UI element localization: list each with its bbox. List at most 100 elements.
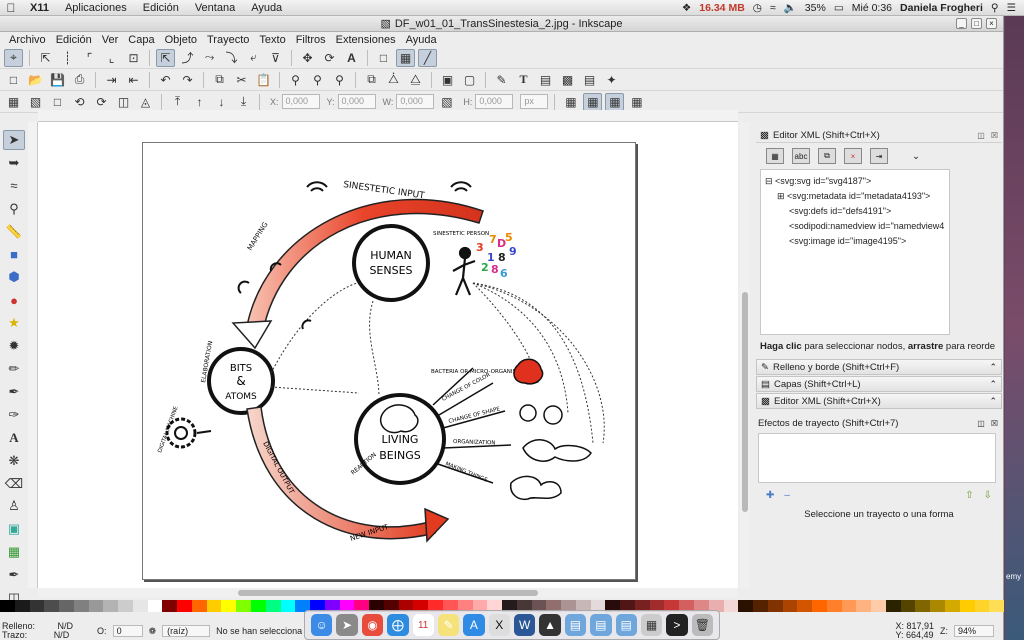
- canvas[interactable]: SINESTETIC INPUT MAPPING HUMAN SENSES SI…: [38, 122, 738, 588]
- snap-enable-icon[interactable]: ⌖: [4, 48, 23, 67]
- inkscape-icon[interactable]: ▲: [539, 614, 561, 636]
- notes-icon[interactable]: ✎: [437, 614, 460, 636]
- xml-node-defs[interactable]: <svg:defs id="defs4191">: [765, 204, 945, 219]
- menu-aplicaciones[interactable]: Aplicaciones: [57, 2, 135, 14]
- duplicate-node-icon[interactable]: ⧉: [818, 148, 836, 164]
- user-name[interactable]: Daniela Frogheri: [900, 2, 983, 14]
- ellipse-tool-icon[interactable]: ●: [3, 290, 25, 310]
- finder-icon[interactable]: ☺: [311, 614, 333, 636]
- w-input[interactable]: 0,000: [396, 94, 435, 109]
- open-icon[interactable]: 📂: [26, 71, 45, 89]
- rectangle-tool-icon[interactable]: ■: [3, 245, 25, 265]
- lpe-iconify-button[interactable]: ◫: [977, 419, 985, 428]
- snap-text-baseline-icon[interactable]: A: [342, 49, 361, 67]
- group-icon[interactable]: ▣: [438, 71, 457, 89]
- preview-icon[interactable]: ▦: [640, 614, 663, 636]
- box3d-tool-icon[interactable]: ⬢: [3, 267, 25, 287]
- zoom-drawing-icon[interactable]: ⚲: [308, 71, 327, 89]
- collapse-icon[interactable]: ⊟: [765, 176, 775, 186]
- snap-smooth-icon[interactable]: ⤶: [244, 49, 263, 67]
- launchpad-icon[interactable]: ➤: [336, 614, 358, 636]
- opacity-input[interactable]: 0: [112, 625, 143, 637]
- lower-icon[interactable]: ↓: [212, 93, 231, 111]
- eraser-tool-icon[interactable]: ⌫: [3, 474, 25, 494]
- horizontal-ruler[interactable]: [38, 110, 738, 122]
- add-effect-icon[interactable]: ✚: [766, 490, 774, 501]
- new-text-node-icon[interactable]: abc: [792, 148, 810, 164]
- new-element-node-icon[interactable]: ▦: [766, 148, 784, 164]
- new-document-icon[interactable]: □: [4, 71, 23, 89]
- appstore-icon[interactable]: A: [463, 614, 485, 636]
- unit-select[interactable]: px: [520, 94, 549, 109]
- star-tool-icon[interactable]: ★: [3, 313, 25, 333]
- vertical-ruler[interactable]: [28, 122, 38, 588]
- expand-icon[interactable]: ⊞: [777, 191, 787, 201]
- menu-archivo[interactable]: Archivo: [4, 34, 51, 46]
- terminal-icon[interactable]: >: [666, 614, 688, 636]
- h-input[interactable]: 0,000: [475, 94, 514, 109]
- preferences-icon[interactable]: ✦: [602, 71, 621, 89]
- measure-tool-icon[interactable]: 📏: [3, 222, 25, 242]
- menu-ayuda-app[interactable]: Ayuda: [401, 34, 442, 46]
- folder-apps-icon[interactable]: ▤: [590, 614, 612, 636]
- xml-node-namedview[interactable]: <sodipodi:namedview id="namedview4: [765, 219, 945, 234]
- list-icon[interactable]: ☰: [1007, 2, 1016, 14]
- mesh-tool-icon[interactable]: ▦: [3, 542, 25, 562]
- xml-node-metadata[interactable]: ⊞ <svg:metadata id="metadata4193">: [765, 189, 945, 204]
- layers-icon[interactable]: ▤: [536, 71, 555, 89]
- scale-stroke-icon[interactable]: ▦: [561, 93, 580, 111]
- move-patterns-icon[interactable]: ▦: [627, 93, 646, 111]
- trash-icon[interactable]: 🗑: [691, 614, 713, 636]
- apple-icon[interactable]: : [0, 1, 22, 15]
- snap-grid-icon[interactable]: ▦: [396, 48, 415, 67]
- lpe-close-button[interactable]: ☒: [991, 419, 998, 428]
- flip-h-icon[interactable]: ◫: [114, 93, 133, 111]
- menu-ver[interactable]: Ver: [97, 34, 124, 46]
- snap-bbox-mid-icon[interactable]: ⌞: [102, 49, 121, 67]
- dock-fill-stroke[interactable]: ✎ Relleno y borde (Shift+Ctrl+F) ⌃: [756, 359, 1002, 375]
- zoom-input[interactable]: 94%: [954, 625, 994, 637]
- xml-node-tree[interactable]: ⊟ <svg:svg id="svg4187"> ⊞ <svg:metadata…: [760, 169, 950, 335]
- node-tool-icon[interactable]: ➥: [3, 153, 25, 173]
- snap-page-icon[interactable]: □: [374, 49, 393, 67]
- delete-node-icon[interactable]: ×: [844, 148, 862, 164]
- spiral-tool-icon[interactable]: ✹: [3, 336, 25, 356]
- folder-icon[interactable]: ▤: [564, 614, 587, 636]
- snap-midpoint-icon[interactable]: ⊽: [266, 49, 285, 67]
- snap-center-icon[interactable]: ✥: [298, 49, 317, 67]
- vertical-scrollbar[interactable]: [740, 122, 750, 588]
- tweak-tool-icon[interactable]: ≈: [3, 176, 25, 196]
- battery-icon[interactable]: ▭: [834, 2, 844, 14]
- export-icon[interactable]: ⇤: [124, 71, 143, 89]
- cut-icon[interactable]: ✂: [232, 71, 251, 89]
- chrome-icon[interactable]: ◉: [361, 614, 384, 636]
- x11-icon[interactable]: X: [488, 614, 510, 636]
- menu-edicion-app[interactable]: Edición: [51, 34, 97, 46]
- search-icon[interactable]: ⚲: [991, 2, 999, 14]
- clock-text[interactable]: Mié 0:36: [852, 2, 892, 14]
- menu-capa[interactable]: Capa: [123, 34, 159, 46]
- dropbox-icon[interactable]: ❖: [682, 2, 691, 14]
- unlink-clone-icon[interactable]: ⧋: [406, 71, 425, 89]
- paint-bucket-tool-icon[interactable]: ♙: [3, 497, 25, 517]
- layer-visibility-icon[interactable]: ❁: [149, 626, 157, 637]
- panel-iconify-button[interactable]: ◫: [977, 131, 985, 140]
- pencil-tool-icon[interactable]: ✏: [3, 359, 25, 379]
- x-input[interactable]: 0,000: [281, 94, 320, 109]
- redo-icon[interactable]: ↷: [178, 71, 197, 89]
- dropper-tool-icon[interactable]: ✒: [3, 565, 25, 585]
- minimize-button[interactable]: _: [956, 18, 967, 29]
- close-button[interactable]: ×: [986, 18, 997, 29]
- xml-editor-icon[interactable]: ▩: [558, 71, 577, 89]
- zoom-tool-icon[interactable]: ⚲: [3, 199, 25, 219]
- snap-bbox-corner-icon[interactable]: ⌜: [80, 49, 99, 67]
- lpe-list[interactable]: [758, 433, 996, 483]
- save-icon[interactable]: 💾: [48, 71, 67, 89]
- rotate-cw-icon[interactable]: ⟳: [92, 93, 111, 111]
- move-up-icon[interactable]: ⇧: [965, 490, 973, 501]
- safari-icon[interactable]: ⨁: [387, 614, 409, 636]
- folder-docs-icon[interactable]: ▤: [615, 614, 637, 636]
- snap-nodes-icon[interactable]: ⇱: [156, 48, 175, 67]
- fill-stroke-icon[interactable]: ✎: [492, 71, 511, 89]
- spray-tool-icon[interactable]: ❋: [3, 451, 25, 471]
